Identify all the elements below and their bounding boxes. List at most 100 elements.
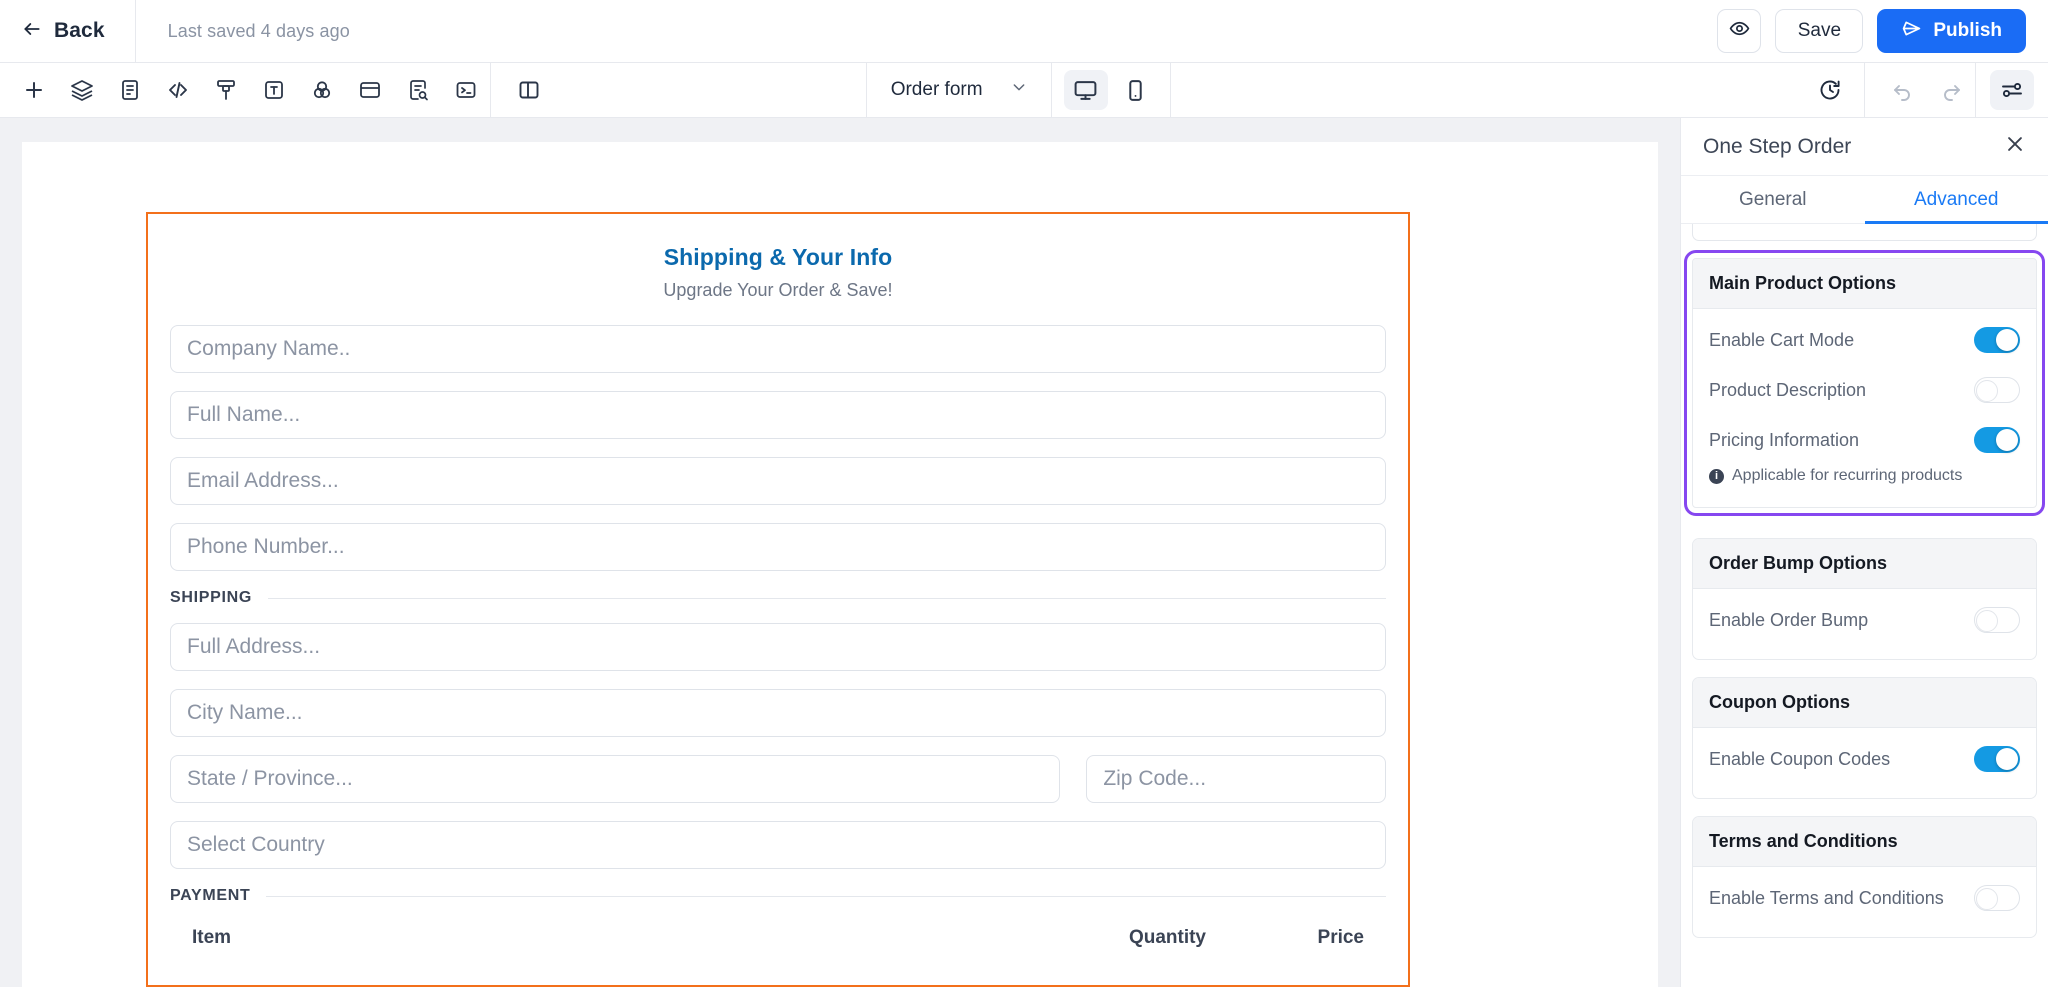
coupon-options-heading: Coupon Options bbox=[1693, 678, 2036, 728]
product-description-toggle[interactable] bbox=[1974, 377, 2020, 403]
enable-terms-and-conditions-row: Enable Terms and Conditions bbox=[1709, 873, 2020, 923]
last-saved-status: Last saved 4 days ago bbox=[167, 20, 350, 41]
enable-cart-mode-toggle[interactable] bbox=[1974, 327, 2020, 353]
page-sheet: Shipping & Your Info Upgrade Your Order … bbox=[22, 142, 1658, 987]
column-item: Item bbox=[192, 927, 232, 948]
enable-cart-mode-row: Enable Cart Mode bbox=[1709, 315, 2020, 365]
back-button[interactable]: Back bbox=[0, 0, 135, 63]
main-product-options-card[interactable]: Main Product Options Enable Cart Mode Pr… bbox=[1684, 250, 2045, 516]
order-bump-options-heading: Order Bump Options bbox=[1693, 539, 2036, 589]
form-fields: Company Name.. Full Name... Email Addres… bbox=[148, 325, 1408, 905]
full-address-field[interactable]: Full Address... bbox=[170, 623, 1386, 671]
page-select-dropdown[interactable]: Order form bbox=[867, 63, 1051, 118]
main-product-options-heading: Main Product Options bbox=[1693, 259, 2036, 309]
panel-toggle-group bbox=[491, 63, 553, 118]
company-name-field[interactable]: Company Name.. bbox=[170, 325, 1386, 373]
country-select-field[interactable]: Select Country bbox=[170, 821, 1386, 869]
desktop-view-button[interactable] bbox=[1063, 70, 1108, 110]
column-price: Price bbox=[1317, 927, 1364, 948]
terminal-icon[interactable] bbox=[442, 63, 490, 118]
toggle-knob bbox=[1996, 748, 2018, 770]
undo-icon[interactable] bbox=[1879, 63, 1927, 118]
editor-toolbar: Order form bbox=[0, 62, 2048, 118]
preview-button[interactable] bbox=[1717, 9, 1762, 53]
coupon-options-card[interactable]: Coupon Options Enable Coupon Codes bbox=[1692, 677, 2037, 799]
layers-icon[interactable] bbox=[58, 63, 106, 118]
state-province-field[interactable]: State / Province... bbox=[170, 755, 1061, 803]
full-name-field[interactable]: Full Name... bbox=[170, 391, 1386, 439]
phone-number-field[interactable]: Phone Number... bbox=[170, 523, 1386, 571]
main-product-options-body: Enable Cart Mode Product Description Pri… bbox=[1693, 309, 2036, 507]
toolbar-divider-4 bbox=[1169, 62, 1171, 118]
enable-cart-mode-label: Enable Cart Mode bbox=[1709, 329, 1855, 350]
form-subtitle: Upgrade Your Order & Save! bbox=[663, 280, 893, 300]
history-icon[interactable] bbox=[1806, 63, 1854, 118]
publish-label: Publish bbox=[1933, 20, 2002, 41]
publish-button[interactable]: Publish bbox=[1877, 9, 2026, 53]
product-description-label: Product Description bbox=[1709, 379, 1867, 400]
pricing-information-label: Pricing Information bbox=[1709, 429, 1860, 450]
enable-terms-and-conditions-label: Enable Terms and Conditions bbox=[1709, 887, 1944, 908]
save-label: Save bbox=[1797, 20, 1842, 41]
pricing-information-toggle[interactable] bbox=[1974, 427, 2020, 453]
terms-and-conditions-card[interactable]: Terms and Conditions Enable Terms and Co… bbox=[1692, 816, 2037, 938]
sliders-icon[interactable] bbox=[1989, 70, 2034, 110]
send-icon bbox=[1901, 18, 1922, 45]
state-zip-row: State / Province... Zip Code... bbox=[170, 755, 1386, 821]
back-label: Back bbox=[54, 19, 105, 42]
close-icon[interactable] bbox=[2004, 133, 2026, 160]
tab-advanced[interactable]: Advanced bbox=[1864, 176, 2048, 224]
payment-table-header: Item Quantity Price bbox=[148, 927, 1408, 949]
panel-tabs: General Advanced bbox=[1681, 176, 2048, 224]
card-icon[interactable] bbox=[346, 63, 394, 118]
order-bump-options-body: Enable Order Bump bbox=[1693, 589, 2036, 659]
enable-order-bump-label: Enable Order Bump bbox=[1709, 609, 1869, 630]
toolbar-divider-5 bbox=[1863, 62, 1865, 118]
email-address-field[interactable]: Email Address... bbox=[170, 457, 1386, 505]
split-panel-icon[interactable] bbox=[505, 63, 553, 118]
pricing-information-row: Pricing Information bbox=[1709, 415, 2020, 465]
panel-title: One Step Order bbox=[1703, 134, 1852, 158]
toggle-knob bbox=[1976, 610, 1998, 632]
device-preview-group bbox=[1052, 63, 1170, 118]
form-title: Shipping & Your Info bbox=[663, 244, 893, 270]
text-icon[interactable] bbox=[250, 63, 298, 118]
document-icon[interactable] bbox=[106, 63, 154, 118]
panel-header: One Step Order bbox=[1681, 118, 2048, 176]
enable-order-bump-toggle[interactable] bbox=[1974, 607, 2020, 633]
terms-and-conditions-heading: Terms and Conditions bbox=[1693, 817, 2036, 867]
toolbar-right bbox=[1796, 62, 2048, 118]
arrow-left-icon bbox=[22, 19, 42, 44]
shipping-rule bbox=[268, 597, 1386, 599]
canvas-area: Shipping & Your Info Upgrade Your Order … bbox=[0, 118, 1680, 987]
add-element-icon[interactable] bbox=[10, 63, 58, 118]
toggle-knob bbox=[1996, 429, 2018, 451]
enable-terms-and-conditions-toggle[interactable] bbox=[1974, 885, 2020, 911]
mobile-view-button[interactable] bbox=[1114, 70, 1158, 110]
enable-coupon-codes-label: Enable Coupon Codes bbox=[1709, 748, 1891, 769]
coupon-options-body: Enable Coupon Codes bbox=[1693, 728, 2036, 798]
recurring-products-note-text: Applicable for recurring products bbox=[1732, 467, 1963, 484]
color-mix-icon[interactable] bbox=[298, 63, 346, 118]
save-button[interactable]: Save bbox=[1775, 9, 1864, 53]
topbar-actions: Save Publish bbox=[1717, 9, 2048, 53]
enable-coupon-codes-row: Enable Coupon Codes bbox=[1709, 734, 2020, 784]
order-bump-options-card[interactable]: Order Bump Options Enable Order Bump bbox=[1692, 538, 2037, 660]
toggle-knob bbox=[1996, 329, 2018, 351]
eye-icon bbox=[1729, 18, 1750, 44]
settings-panel: One Step Order General Advanced Main Pro… bbox=[1680, 118, 2048, 987]
city-name-field[interactable]: City Name... bbox=[170, 689, 1386, 737]
redo-icon[interactable] bbox=[1927, 63, 1975, 118]
recurring-products-note: i Applicable for recurring products bbox=[1709, 465, 2020, 493]
zip-code-field[interactable]: Zip Code... bbox=[1086, 755, 1386, 803]
brush-icon[interactable] bbox=[202, 63, 250, 118]
payment-heading: PAYMENT bbox=[170, 887, 251, 904]
payment-rule bbox=[266, 895, 1386, 897]
tab-general[interactable]: General bbox=[1681, 176, 1865, 223]
page-select-value: Order form bbox=[890, 79, 983, 100]
enable-coupon-codes-toggle[interactable] bbox=[1974, 746, 2020, 772]
page-search-icon[interactable] bbox=[394, 63, 442, 118]
order-form-block[interactable]: Shipping & Your Info Upgrade Your Order … bbox=[146, 212, 1410, 987]
payment-section-header: PAYMENT bbox=[170, 887, 1386, 905]
code-icon[interactable] bbox=[154, 63, 202, 118]
